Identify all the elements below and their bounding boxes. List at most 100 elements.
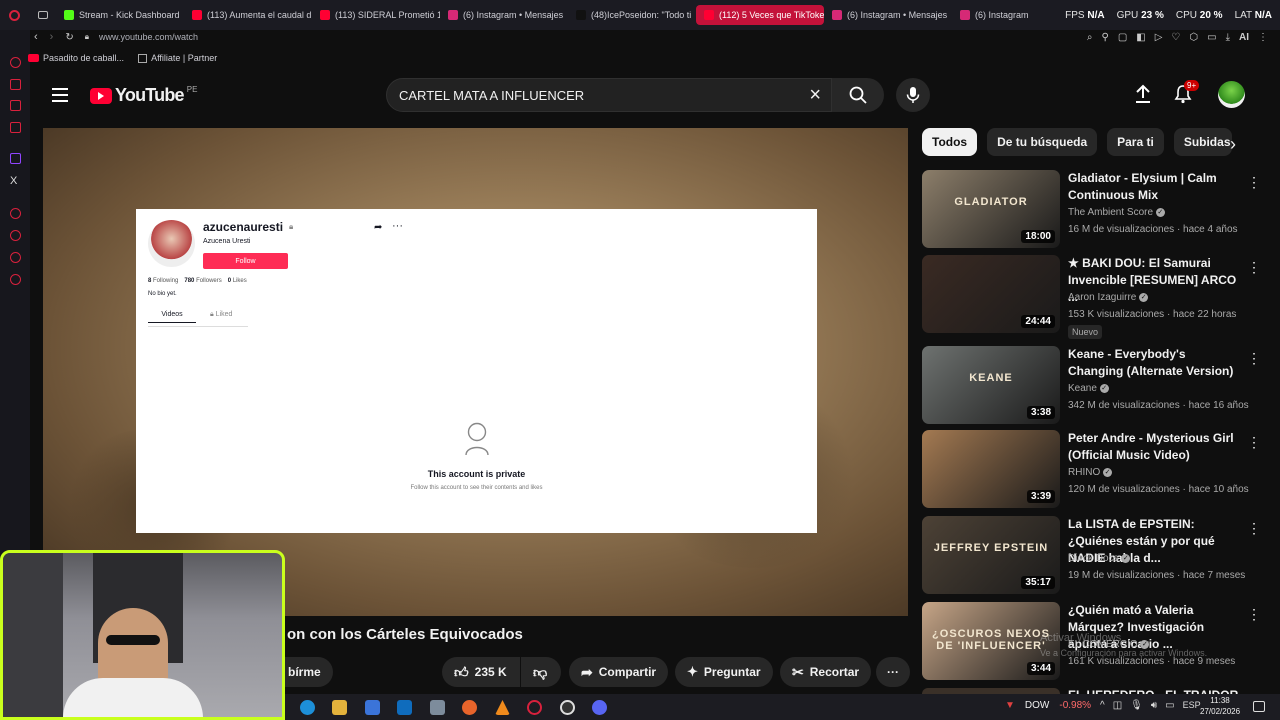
dislike-button[interactable]: 👎︎ <box>521 657 561 687</box>
avatar[interactable] <box>1218 81 1245 108</box>
twitch-icon[interactable] <box>10 153 21 164</box>
more-vert-icon[interactable]: ⋮ <box>1247 434 1261 451</box>
browser-tab[interactable]: (48)IcePoseidon: "Todo ti <box>568 0 696 30</box>
download-icon[interactable]: ⤓ <box>1226 32 1230 43</box>
cube-icon[interactable]: ⬡ <box>1189 32 1198 43</box>
settings-icon[interactable] <box>10 274 21 285</box>
tab-menu-icon[interactable] <box>30 0 56 30</box>
recommendation-item[interactable]: JEFFREY EPSTEIN 35:17 La LISTA de EPSTEIN:… <box>922 516 1267 596</box>
search-button[interactable] <box>832 78 884 112</box>
ai-button[interactable]: AI <box>1239 32 1249 43</box>
video-player[interactable]: azucenauresti 🔒︎ ➦ ··· Azucena Uresti Fo… <box>43 128 908 616</box>
url-field[interactable]: www.youtube.com/watch <box>99 32 198 42</box>
chip-todos[interactable]: Todos <box>922 128 978 156</box>
reload-icon[interactable]: ↻ <box>65 32 73 43</box>
tab-videos[interactable]: Videos <box>148 311 196 323</box>
battery-icon[interactable]: ▭ <box>1165 700 1174 711</box>
like-button[interactable]: 👍︎ 235 K <box>442 657 520 687</box>
notifications-icon[interactable] <box>1253 701 1265 712</box>
video-thumbnail[interactable]: 24:44 <box>922 255 1060 333</box>
voice-search-button[interactable] <box>896 78 930 112</box>
back-icon[interactable]: ‹ <box>34 31 38 43</box>
language-indicator[interactable]: ESP <box>1183 700 1201 711</box>
browser-tab[interactable]: (112) 5 Veces que TikToke <box>696 5 824 25</box>
more-vert-icon[interactable]: ⋮ <box>1247 520 1261 537</box>
more-vert-icon[interactable]: ⋮ <box>1247 259 1261 276</box>
rec-channel[interactable]: Aaron Izaguirre ✓ <box>1068 292 1149 303</box>
app-icon[interactable] <box>430 700 445 715</box>
rec-title[interactable]: Gladiator - Elysium | Calm Continuous Mi… <box>1068 170 1240 204</box>
player-icon[interactable] <box>10 208 21 219</box>
share-icon[interactable]: ➦ <box>374 222 382 233</box>
discord-icon[interactable] <box>592 700 607 715</box>
hamburger-menu-icon[interactable] <box>52 88 68 102</box>
recommendation-item[interactable]: 3:39 Peter Andre - Mysterious Girl (Offic… <box>922 430 1267 510</box>
rec-title[interactable]: Peter Andre - Mysterious Girl (Official … <box>1068 430 1240 464</box>
more-vert-icon[interactable]: ⋮ <box>1247 174 1261 191</box>
ask-button[interactable]: ✦ Preguntar <box>675 657 773 687</box>
share-button[interactable]: ➦ Compartir <box>569 657 669 687</box>
menu-icon[interactable]: ⋮ <box>1258 32 1268 43</box>
tab-liked[interactable]: 🔒︎ Liked <box>210 311 232 319</box>
file-explorer-icon[interactable] <box>332 700 347 715</box>
video-thumbnail[interactable]: KEANE 3:38 <box>922 346 1060 424</box>
extensions-icon[interactable] <box>10 252 21 263</box>
clip-button[interactable]: ✂ Recortar <box>780 657 872 687</box>
x-icon[interactable]: X <box>10 175 17 187</box>
store-icon[interactable] <box>365 700 380 715</box>
network-icon[interactable]: ◫ <box>1113 700 1122 711</box>
video-thumbnail[interactable]: 3:39 <box>922 430 1060 508</box>
chip-subidas[interactable]: Subidas r <box>1173 128 1232 156</box>
messenger-icon[interactable] <box>10 57 21 68</box>
recommendation-item[interactable]: GLADIATOR 18:00 Gladiator - Elysium | Calm… <box>922 170 1267 250</box>
follow-button[interactable]: Follow <box>203 253 288 269</box>
chip-de-tu-busqueda[interactable]: De tu búsqueda <box>987 128 1098 156</box>
rec-title[interactable]: Keane - Everybody's Changing (Alternate … <box>1068 346 1240 380</box>
more-actions-button[interactable]: ··· <box>876 657 910 687</box>
history-icon[interactable] <box>10 230 21 241</box>
search-input[interactable]: CARTEL MATA A INFLUENCER <box>399 88 584 103</box>
obs-icon[interactable] <box>560 700 575 715</box>
rec-channel[interactable]: Dieck Docs ✓ <box>1068 553 1131 564</box>
clear-search-icon[interactable]: × <box>809 84 821 107</box>
volume-icon[interactable]: 🔊︎ <box>1151 700 1157 711</box>
chip-para-ti[interactable]: Para ti <box>1107 128 1164 156</box>
clock[interactable]: 11:38 27/02/2026 <box>1200 695 1240 717</box>
play-icon[interactable]: ▷ <box>1155 32 1163 43</box>
browser-tab[interactable]: (6) Instagram • Mensajes <box>440 0 568 30</box>
outlook-icon[interactable] <box>397 700 412 715</box>
translate-icon[interactable]: ◧ <box>1136 32 1145 43</box>
upload-icon[interactable] <box>1134 84 1152 109</box>
snapshot-icon[interactable]: ▢ <box>1118 32 1127 43</box>
more-vert-icon[interactable]: ⋮ <box>1247 606 1261 623</box>
bookmark-item[interactable]: Pasadito de caball... <box>28 53 124 63</box>
browser-tab[interactable]: (113) SIDERAL Prometió 1 <box>312 0 440 30</box>
browser-tab[interactable]: (6) Instagram <box>952 0 1037 30</box>
rec-channel[interactable]: Keane ✓ <box>1068 383 1109 394</box>
video-thumbnail[interactable]: JEFFREY EPSTEIN 35:17 <box>922 516 1060 594</box>
zoom-icon[interactable]: ⌕ <box>1087 32 1093 43</box>
more-vert-icon[interactable]: ⋮ <box>1247 350 1261 367</box>
more-icon[interactable]: ··· <box>392 220 403 232</box>
chevron-up-icon[interactable]: ^ <box>1100 700 1105 711</box>
opera-menu-icon[interactable] <box>0 0 30 30</box>
news-icon[interactable] <box>10 122 21 133</box>
rec-channel[interactable]: The Ambient Score ✓ <box>1068 207 1165 218</box>
browser-tab[interactable]: (113) Aumenta el caudal d <box>184 0 312 30</box>
heart-icon[interactable]: ♡ <box>1171 32 1180 43</box>
browser-tab[interactable]: (6) Instagram • Mensajes <box>824 0 952 30</box>
mic-tray-icon[interactable]: 🎙︎ <box>1130 700 1143 711</box>
bookmark-icon[interactable] <box>10 79 21 90</box>
recommendation-item[interactable]: KEANE 3:38 Keane - Everybody's Changing (A… <box>922 346 1267 426</box>
rec-channel[interactable]: RHINO ✓ <box>1068 467 1113 478</box>
forward-icon[interactable]: › <box>50 31 54 43</box>
stock-widget[interactable]: ▼ DOW -0.98% <box>1005 700 1091 711</box>
pin-icon[interactable]: ⚲ <box>1101 32 1108 43</box>
browser-tab[interactable]: Stream - Kick Dashboard <box>56 0 184 30</box>
notifications-bell-icon[interactable]: 9+ <box>1174 80 1200 109</box>
search-box[interactable]: CARTEL MATA A INFLUENCER × <box>386 78 832 112</box>
chips-next-chevron-icon[interactable]: › <box>1230 134 1236 155</box>
vlc-icon[interactable] <box>495 700 510 715</box>
opera-icon[interactable] <box>527 700 542 715</box>
chat-icon[interactable] <box>10 100 21 111</box>
